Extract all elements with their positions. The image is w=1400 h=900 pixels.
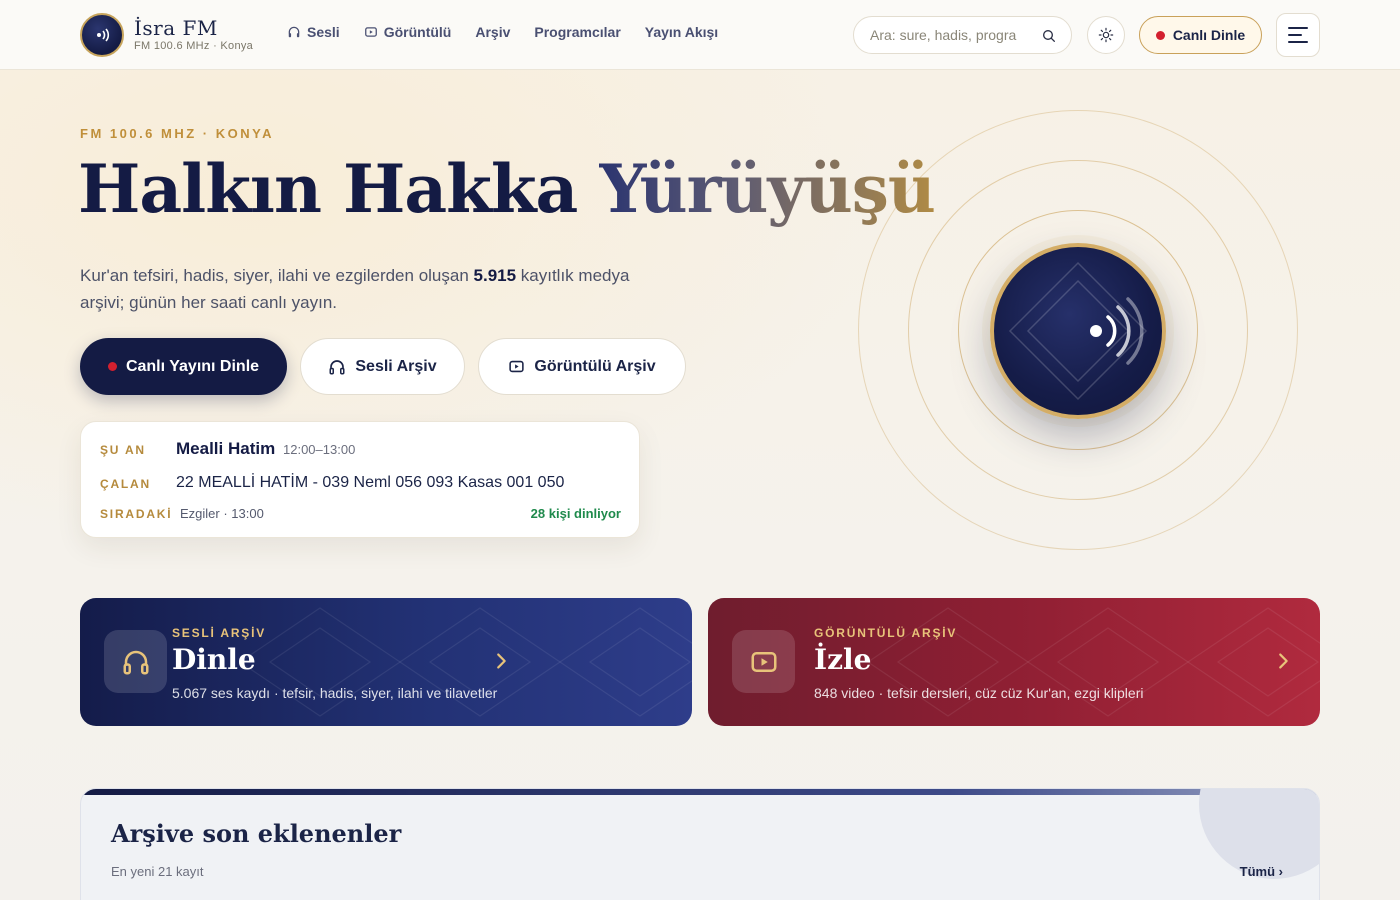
recent-title: Arşive son eklenenler: [111, 819, 402, 848]
audio-card-eyebrow: SESLİ ARŞİV: [172, 626, 267, 640]
listener-count: 28 kişi dinliyor: [530, 506, 621, 521]
play-icon-tile: [732, 630, 795, 693]
search-icon[interactable]: [1041, 28, 1057, 44]
play-square-icon: [751, 651, 776, 672]
listen-live-button[interactable]: Canlı Yayını Dinle: [80, 338, 287, 395]
logo[interactable]: [80, 13, 124, 57]
play-square-icon: [364, 27, 377, 37]
hero-desc-before: Kur'an tefsiri, hadis, siyer, ilahi ve e…: [80, 266, 474, 285]
view-all-link[interactable]: Tümü ›: [1240, 864, 1283, 879]
next-program: Ezgiler · 13:00: [180, 506, 264, 521]
now-track: 22 MEALLİ HATİM - 039 Neml 056 093 Kasas…: [176, 474, 565, 491]
video-card-eyebrow: GÖRÜNTÜLÜ ARŞİV: [814, 626, 958, 640]
nav-label: Yayın Akışı: [644, 24, 719, 40]
audio-card-title: Dinle: [172, 643, 256, 676]
live-listen-button[interactable]: Canlı Dinle: [1139, 16, 1262, 54]
headphones-icon: [329, 359, 345, 374]
headphones-icon-tile: [104, 630, 167, 693]
chevron-right-icon: [1279, 653, 1288, 669]
headphones-icon: [288, 26, 300, 38]
cta-audio-label: Sesli Arşiv: [355, 357, 437, 375]
video-archive-card[interactable]: GÖRÜNTÜLÜ ARŞİV İzle 848 video · tefsir …: [708, 598, 1320, 726]
audio-card-description: 5.067 ses kaydı · tefsir, hadis, siyer, …: [172, 685, 498, 701]
hero-title-part1: Halkın Hakka: [78, 150, 578, 228]
recent-additions-section: Arşive son eklenenler En yeni 21 kayıt T…: [80, 788, 1320, 900]
live-dot-icon: [1155, 30, 1165, 40]
now-program-time: 12:00–13:00: [283, 442, 356, 457]
theme-toggle-button[interactable]: [1087, 16, 1125, 54]
cta-live-label: Canlı Yayını Dinle: [125, 357, 260, 375]
next-label: SIRADAKİ: [100, 507, 173, 521]
play-square-icon: [509, 360, 525, 373]
cta-video-label: Görüntülü Arşiv: [534, 357, 656, 375]
nav-label: Sesli: [307, 24, 340, 40]
nav-item-sesli[interactable]: Sesli: [287, 24, 340, 40]
radio-waves-icon: [1008, 261, 1148, 401]
nav-item-yayin-akisi[interactable]: Yayın Akışı: [645, 24, 718, 40]
diamond-pattern: [866, 607, 1320, 717]
video-card-title: İzle: [814, 643, 872, 676]
radio-waves-icon: [97, 28, 110, 42]
menu-button[interactable]: [1276, 13, 1320, 57]
site-header: İsra FM FM 100.6 MHz · Konya Sesli Görün…: [0, 0, 1400, 70]
audio-archive-button[interactable]: Sesli Arşiv: [300, 338, 465, 395]
nav-item-arsiv[interactable]: Arşiv: [475, 24, 510, 40]
menu-icon-line: [1288, 34, 1302, 36]
now-label: ŞU AN: [100, 443, 146, 457]
nav-label: Arşiv: [475, 24, 511, 40]
search-box: [853, 16, 1072, 54]
nav-label: Görüntülü: [383, 24, 452, 40]
hero-desc-count: 5.915: [473, 266, 517, 285]
hero-title: Halkın Hakka Yürüyüşü: [78, 150, 936, 228]
hero-title-part2: Yürüyüşü: [599, 150, 936, 228]
live-listen-label: Canlı Dinle: [1172, 27, 1246, 43]
section-accent-bar: [81, 789, 1319, 795]
video-archive-button[interactable]: Görüntülü Arşiv: [478, 338, 686, 395]
headphones-icon: [123, 650, 148, 674]
hero-eyebrow: FM 100.6 MHZ · KONYA: [80, 126, 274, 141]
chevron-right-icon: [497, 653, 506, 669]
brand-subtitle: FM 100.6 MHz · Konya: [134, 40, 254, 52]
audio-archive-card[interactable]: SESLİ ARŞİV Dinle 5.067 ses kaydı · tefs…: [80, 598, 692, 726]
nav-item-programcilar[interactable]: Programcılar: [534, 24, 620, 40]
now-playing-card: ŞU AN Mealli Hatim 12:00–13:00 ÇALAN 22 …: [80, 421, 640, 538]
sun-icon: [1098, 27, 1114, 43]
live-radio-disc[interactable]: [990, 243, 1166, 419]
menu-icon-line: [1288, 41, 1308, 43]
video-card-description: 848 video · tefsir dersleri, cüz cüz Kur…: [814, 685, 1144, 701]
playing-label: ÇALAN: [100, 477, 151, 491]
search-input[interactable]: [870, 27, 1030, 43]
now-program-title: Mealli Hatim: [176, 439, 276, 458]
nav-label: Programcılar: [534, 24, 621, 40]
nav-item-goruntulu[interactable]: Görüntülü: [364, 24, 452, 40]
live-dot-icon: [107, 362, 117, 371]
menu-icon: [1288, 27, 1308, 29]
hero-description: Kur'an tefsiri, hadis, siyer, ilahi ve e…: [80, 262, 660, 316]
main-nav: Sesli Görüntülü Arşiv Programcılar Yayın…: [287, 24, 718, 40]
brand-title[interactable]: İsra FM: [134, 16, 218, 40]
recent-subtitle: En yeni 21 kayıt: [111, 864, 204, 879]
